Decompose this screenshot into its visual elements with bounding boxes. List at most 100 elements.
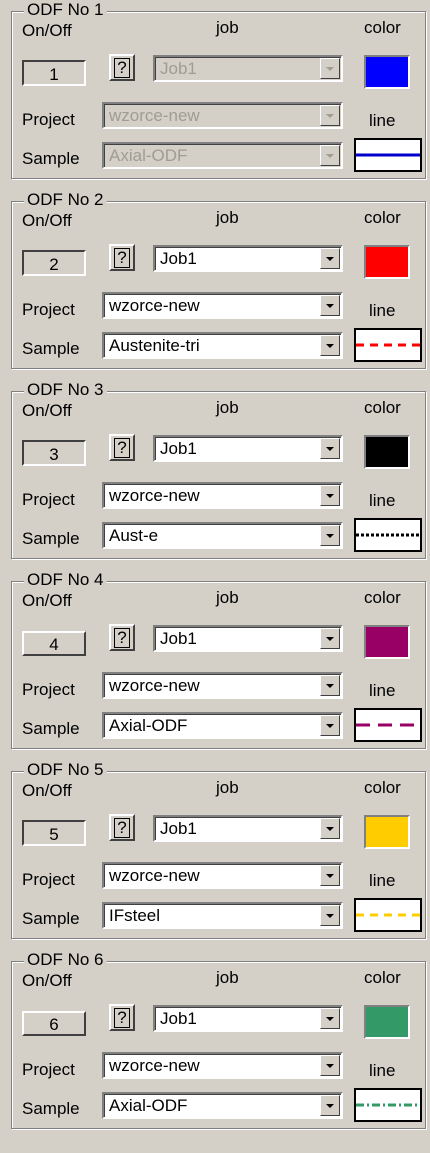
odf-toggle-button[interactable]: 6 bbox=[22, 1011, 86, 1036]
help-button[interactable]: ? bbox=[109, 244, 135, 271]
color-swatch[interactable] bbox=[364, 1005, 410, 1039]
job-label: job bbox=[216, 778, 239, 797]
sample-select[interactable]: Axial-ODF bbox=[102, 712, 343, 739]
job-select[interactable]: Job1 bbox=[153, 435, 343, 462]
color-swatch[interactable] bbox=[364, 55, 410, 89]
project-select[interactable]: wzorce-new bbox=[102, 102, 343, 129]
line-label: line bbox=[369, 111, 396, 130]
job-select[interactable]: Job1 bbox=[153, 815, 343, 842]
chevron-down-icon[interactable] bbox=[320, 818, 340, 839]
job-label: job bbox=[216, 968, 239, 987]
chevron-down-icon[interactable] bbox=[320, 295, 340, 316]
project-select[interactable]: wzorce-new bbox=[102, 1052, 343, 1079]
sample-select[interactable]: IFsteel bbox=[102, 902, 343, 929]
odf-toggle-button[interactable]: 3 bbox=[22, 440, 86, 466]
on-off-label: On/Off bbox=[22, 591, 72, 610]
project-select[interactable]: wzorce-new bbox=[102, 672, 343, 699]
chevron-down-icon[interactable] bbox=[320, 335, 340, 356]
line-style-preview[interactable] bbox=[354, 328, 422, 362]
line-sample-svg bbox=[356, 723, 420, 727]
sample-value: Axial-ODF bbox=[109, 716, 188, 735]
help-icon: ? bbox=[114, 1008, 130, 1028]
odf-title: ODF No 1 bbox=[24, 0, 107, 20]
chevron-down-icon[interactable] bbox=[320, 485, 340, 506]
odf-toggle-button[interactable]: 4 bbox=[22, 631, 86, 656]
color-label: color bbox=[364, 968, 401, 987]
job-label: job bbox=[216, 208, 239, 227]
sample-select[interactable]: Aust-e bbox=[102, 522, 343, 549]
odf-panel-5: ODF No 5 On/Off job color 5? Job1 Project wzorc… bbox=[0, 760, 430, 950]
chevron-down-icon[interactable] bbox=[320, 1055, 340, 1076]
project-select[interactable]: wzorce-new bbox=[102, 482, 343, 509]
color-swatch[interactable] bbox=[364, 625, 410, 659]
odf-panel-3: ODF No 3 On/Off job color 3? Job1 Project wzorc… bbox=[0, 380, 430, 570]
chevron-down-icon[interactable] bbox=[320, 105, 340, 126]
odf-title: ODF No 2 bbox=[24, 190, 107, 210]
help-icon: ? bbox=[114, 248, 130, 268]
job-value: Job1 bbox=[160, 249, 197, 268]
line-style-preview[interactable] bbox=[354, 708, 422, 742]
help-button[interactable]: ? bbox=[109, 624, 135, 651]
sample-value: IFsteel bbox=[109, 906, 161, 925]
line-style-preview[interactable] bbox=[354, 1088, 422, 1122]
project-label: Project bbox=[22, 870, 75, 889]
chevron-down-icon[interactable] bbox=[320, 1095, 340, 1116]
job-select[interactable]: Job1 bbox=[153, 1005, 343, 1032]
chevron-down-icon[interactable] bbox=[320, 905, 340, 926]
color-swatch[interactable] bbox=[364, 815, 410, 849]
sample-value: Axial-ODF bbox=[109, 146, 188, 165]
chevron-down-icon[interactable] bbox=[320, 145, 340, 166]
help-icon: ? bbox=[114, 818, 130, 838]
help-button[interactable]: ? bbox=[109, 1004, 135, 1031]
chevron-down-icon[interactable] bbox=[320, 628, 340, 649]
job-value: Job1 bbox=[160, 819, 197, 838]
color-swatch[interactable] bbox=[364, 435, 410, 469]
project-select[interactable]: wzorce-new bbox=[102, 862, 343, 889]
line-sample-svg bbox=[356, 1103, 420, 1107]
odf-title: ODF No 3 bbox=[24, 380, 107, 400]
chevron-down-icon[interactable] bbox=[320, 865, 340, 886]
project-label: Project bbox=[22, 680, 75, 699]
odf-title: ODF No 6 bbox=[24, 950, 107, 970]
odf-toggle-button[interactable]: 1 bbox=[22, 60, 86, 86]
chevron-down-icon[interactable] bbox=[320, 1008, 340, 1029]
sample-select[interactable]: Axial-ODF bbox=[102, 142, 343, 169]
job-select[interactable]: Job1 bbox=[153, 55, 343, 82]
job-label: job bbox=[216, 18, 239, 37]
project-label: Project bbox=[22, 300, 75, 319]
job-select[interactable]: Job1 bbox=[153, 625, 343, 652]
help-button[interactable]: ? bbox=[109, 814, 135, 841]
sample-label: Sample bbox=[22, 1099, 80, 1118]
help-icon: ? bbox=[114, 58, 130, 78]
odf-panel-4: ODF No 4 On/Off job color 4? Job1 Project wzorc… bbox=[0, 570, 430, 760]
line-sample-svg bbox=[356, 153, 420, 157]
chevron-down-icon[interactable] bbox=[320, 438, 340, 459]
sample-label: Sample bbox=[22, 719, 80, 738]
line-style-preview[interactable] bbox=[354, 518, 422, 552]
line-sample-svg bbox=[356, 533, 420, 537]
project-select[interactable]: wzorce-new bbox=[102, 292, 343, 319]
sample-select[interactable]: Austenite-tri bbox=[102, 332, 343, 359]
line-style-preview[interactable] bbox=[354, 138, 422, 172]
on-off-label: On/Off bbox=[22, 971, 72, 990]
chevron-down-icon[interactable] bbox=[320, 58, 340, 79]
color-label: color bbox=[364, 18, 401, 37]
sample-label: Sample bbox=[22, 909, 80, 928]
odf-title: ODF No 5 bbox=[24, 760, 107, 780]
on-off-label: On/Off bbox=[22, 401, 72, 420]
line-style-preview[interactable] bbox=[354, 898, 422, 932]
color-swatch[interactable] bbox=[364, 245, 410, 279]
chevron-down-icon[interactable] bbox=[320, 525, 340, 546]
sample-select[interactable]: Axial-ODF bbox=[102, 1092, 343, 1119]
job-value: Job1 bbox=[160, 439, 197, 458]
chevron-down-icon[interactable] bbox=[320, 675, 340, 696]
odf-toggle-button[interactable]: 2 bbox=[22, 250, 86, 276]
help-button[interactable]: ? bbox=[109, 54, 135, 81]
chevron-down-icon[interactable] bbox=[320, 715, 340, 736]
job-value: Job1 bbox=[160, 629, 197, 648]
odf-toggle-button[interactable]: 5 bbox=[22, 820, 86, 846]
help-button[interactable]: ? bbox=[109, 434, 135, 461]
chevron-down-icon[interactable] bbox=[320, 248, 340, 269]
job-select[interactable]: Job1 bbox=[153, 245, 343, 272]
project-value: wzorce-new bbox=[109, 106, 200, 125]
